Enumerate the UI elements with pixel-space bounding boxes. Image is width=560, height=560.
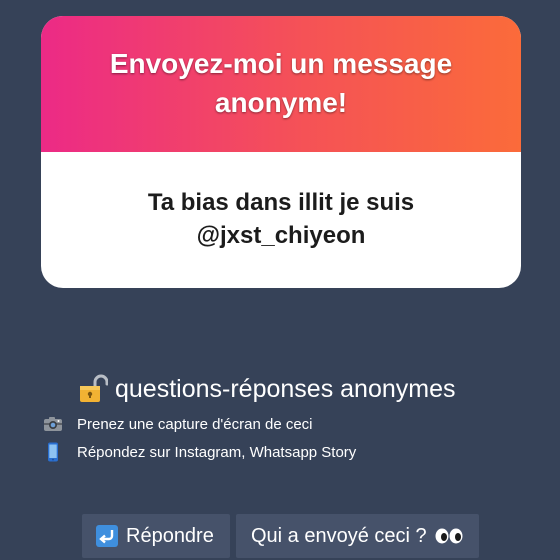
- tip-reply-story-text: Répondez sur Instagram, Whatsapp Story: [77, 443, 357, 461]
- eyes-icon: [435, 528, 463, 544]
- tip-reply-story: Répondez sur Instagram, Whatsapp Story: [43, 441, 356, 463]
- who-sent-button[interactable]: Qui a envoyé ceci ?: [236, 514, 479, 558]
- mobile-phone-icon: [48, 442, 58, 462]
- card-message: Ta bias dans illit je suis @jxst_chiyeon: [147, 189, 415, 249]
- reply-arrow-icon: [96, 525, 118, 547]
- section-heading: questions-réponses anonymes: [78, 371, 455, 407]
- reply-button[interactable]: Répondre: [82, 514, 230, 558]
- card-body: Ta bias dans illit je suis @jxst_chiyeon: [41, 152, 521, 288]
- camera-icon: [44, 417, 62, 431]
- card-title: Envoyez-moi un message anonyme!: [109, 48, 453, 118]
- section-title-text: questions-réponses anonymes: [115, 374, 456, 403]
- who-sent-button-label: Qui a envoyé ceci ?: [251, 524, 427, 547]
- card-header: Envoyez-moi un message anonyme!: [41, 16, 521, 152]
- message-card: Envoyez-moi un message anonyme! Ta bias …: [41, 16, 521, 288]
- open-lock-icon: [80, 374, 108, 402]
- tip-screenshot-text: Prenez une capture d'écran de ceci: [77, 415, 313, 433]
- reply-button-label: Répondre: [126, 524, 214, 547]
- tip-screenshot: Prenez une capture d'écran de ceci: [43, 413, 313, 435]
